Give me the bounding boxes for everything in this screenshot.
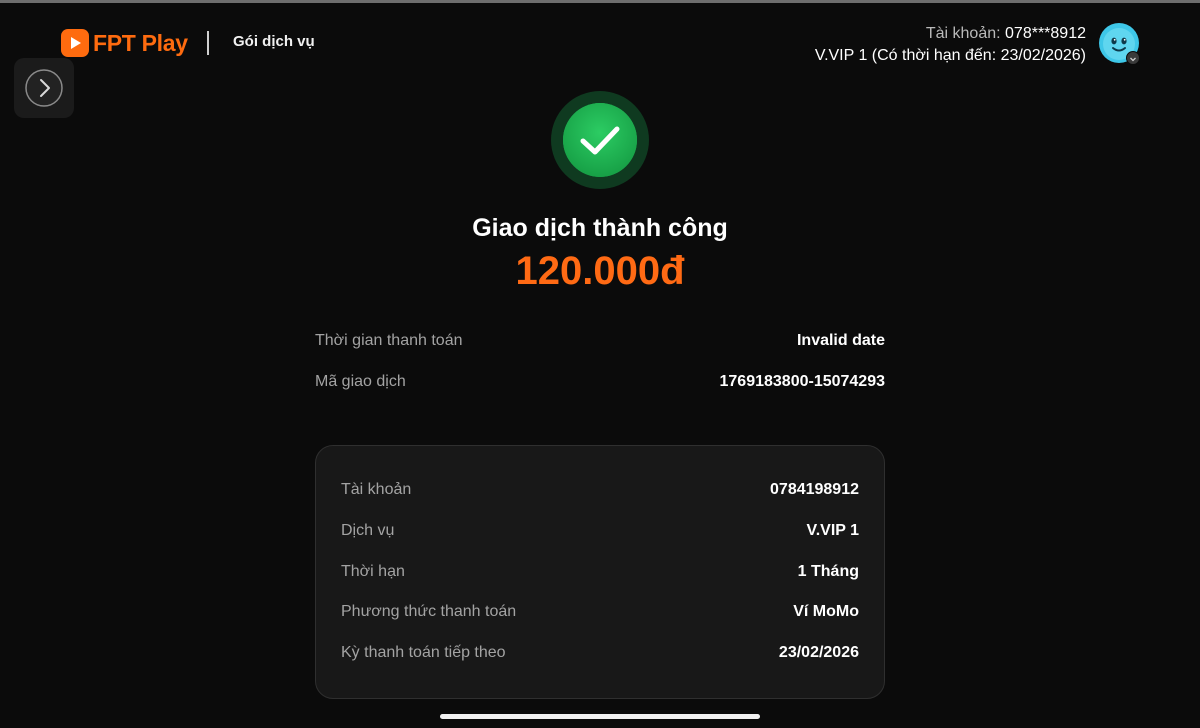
transaction-id-row: Mã giao dịch 1769183800-15074293 [315,373,885,391]
plan-expiry: V.VIP 1 (Có thời hạn đến: 23/02/2026) [814,47,1086,64]
header-divider [207,31,209,55]
account-label: Tài khoản: [925,25,1001,42]
logo-text: FPT Play [93,29,188,56]
payment-result-screen: FPT Play Gói dịch vụ Tài khoản: 078***89… [0,0,1200,728]
detail-row-service: Dịch vụ V.VIP 1 [341,522,859,540]
transaction-id-value: 1769183800-15074293 [719,373,886,390]
detail-value: 0784198912 [770,481,859,498]
detail-value: 23/02/2026 [778,644,859,661]
detail-row-duration: Thời hạn 1 Tháng [341,563,859,581]
account-info: Tài khoản: 078***8912 V.VIP 1 (Có thời h… [815,23,1086,67]
chevron-right-icon [25,69,63,107]
account-value: 078***8912 [1005,25,1086,42]
home-indicator[interactable] [440,714,760,719]
play-icon [61,29,89,57]
sidebar-toggle-button[interactable] [14,58,74,118]
chevron-down-icon[interactable] [1126,51,1140,65]
detail-label: Kỳ thanh toán tiếp theo [341,644,506,661]
detail-row-next-billing: Kỳ thanh toán tiếp theo 23/02/2026 [341,644,859,662]
detail-value: V.VIP 1 [806,522,860,539]
detail-value: Ví MoMo [793,603,859,620]
transaction-amount: 120.000đ [515,249,685,293]
fpt-play-logo[interactable]: FPT Play [61,28,188,58]
transaction-status-title: Giao dịch thành công [472,214,728,242]
transaction-id-label: Mã giao dịch [315,373,406,390]
payment-time-row: Thời gian thanh toán Invalid date [315,332,885,350]
subscription-details-card: Tài khoản 0784198912 Dịch vụ V.VIP 1 Thờ… [315,445,885,699]
payment-time-label: Thời gian thanh toán [315,332,463,349]
top-status-strip [0,0,1200,3]
detail-label: Thời hạn [341,563,405,580]
detail-row-payment-method: Phương thức thanh toán Ví MoMo [341,603,859,621]
detail-row-account: Tài khoản 0784198912 [341,481,859,499]
detail-label: Tài khoản [341,481,412,498]
detail-value: 1 Tháng [797,563,859,580]
detail-label: Dịch vụ [341,522,395,539]
check-circle-icon [551,91,649,189]
payment-time-value: Invalid date [796,332,885,349]
service-packages-link[interactable]: Gói dịch vụ [233,33,315,50]
detail-label: Phương thức thanh toán [341,603,517,620]
